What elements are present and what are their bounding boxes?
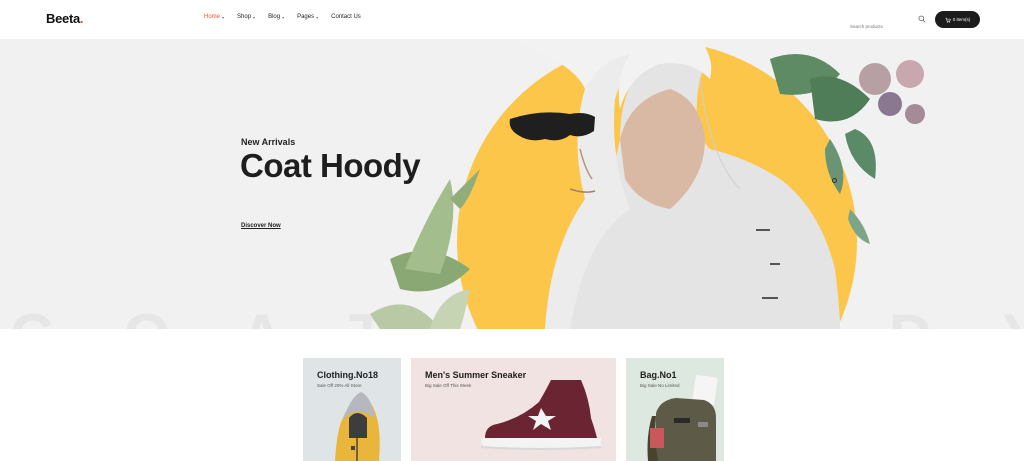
banner-title: Bag.No1 <box>640 370 677 380</box>
logo-dot: . <box>79 11 84 26</box>
chevron-down-icon: ▾ <box>282 14 285 20</box>
promo-banners: Clothing.No18 Sale Off 20% All Store Men… <box>0 329 1024 461</box>
nav-item-shop[interactable]: Shop ▾ <box>237 14 255 20</box>
banner-clothing[interactable]: Clothing.No18 Sale Off 20% All Store <box>303 358 401 461</box>
logo-text: Beeta <box>46 11 80 26</box>
hero-image <box>370 39 925 329</box>
main-nav: Home ▾ Shop ▾ Blog ▾ Pages ▾ Contact Us <box>204 14 374 20</box>
cart-label: 0 item(s) <box>952 17 971 22</box>
nav-item-blog[interactable]: Blog ▾ <box>268 14 284 20</box>
nav-label: Pages <box>297 14 315 20</box>
nav-item-home[interactable]: Home ▾ <box>204 14 224 20</box>
nav-label: Contact Us <box>331 14 361 20</box>
site-header: Beeta. Home ▾ Shop ▾ Blog ▾ Pages ▾ Contact … <box>0 0 1024 39</box>
logo[interactable]: Beeta. <box>46 11 84 26</box>
discover-now-link[interactable]: Discover Now <box>241 223 281 229</box>
banner-title: Men's Summer Sneaker <box>425 370 527 380</box>
hero-section: COAT HOODY <box>0 39 1024 329</box>
cart-button[interactable]: 0 item(s) <box>935 11 980 28</box>
banner-bag[interactable]: Bag.No1 Big Sale No Limited <box>626 358 724 461</box>
chevron-down-icon: ▾ <box>316 14 319 20</box>
search-box <box>850 15 930 29</box>
slider-dot[interactable] <box>832 178 837 183</box>
chevron-down-icon: ▾ <box>253 14 256 20</box>
banner-subtitle: Big Sale No Limited <box>640 383 680 388</box>
hero-title: Coat Hoody <box>240 147 421 184</box>
cart-icon <box>945 17 951 23</box>
page: Beeta. Home ▾ Shop ▾ Blog ▾ Pages ▾ Contact … <box>0 0 1024 461</box>
leaf-icon <box>370 169 480 329</box>
search-icon[interactable] <box>918 15 926 23</box>
nav-item-contact[interactable]: Contact Us <box>331 14 361 20</box>
banner-subtitle: Big Sale Off This Week <box>425 383 472 388</box>
search-input[interactable] <box>850 24 910 29</box>
nav-label: Shop <box>237 14 252 20</box>
chevron-down-icon: ▾ <box>222 14 225 20</box>
banner-subtitle: Sale Off 20% All Store <box>317 383 362 388</box>
nav-item-pages[interactable]: Pages ▾ <box>297 14 318 20</box>
nav-label: Home <box>204 14 221 20</box>
hero-subtitle: New Arrivals <box>241 137 296 147</box>
banner-title: Clothing.No18 <box>317 370 378 380</box>
nav-label: Blog <box>268 14 281 20</box>
banner-sneaker[interactable]: Men's Summer Sneaker Big Sale Off This W… <box>411 358 616 461</box>
